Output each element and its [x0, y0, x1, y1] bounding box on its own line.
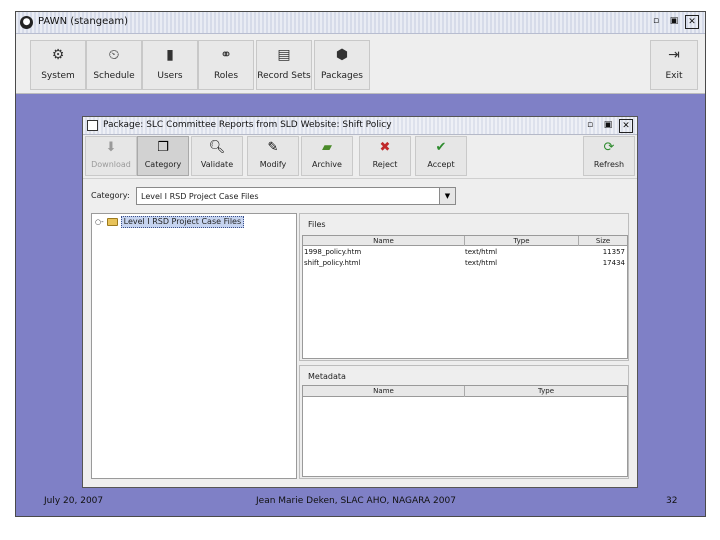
record-sets-icon: ▤ — [277, 47, 291, 63]
roles-label: Roles — [213, 71, 239, 81]
category-select-value: Level I RSD Project Case Files — [141, 192, 259, 201]
tree-expander-icon[interactable]: ○- — [95, 218, 104, 226]
column-header-type[interactable]: Type — [465, 386, 627, 397]
tree-node[interactable]: ○- Level I RSD Project Case Files — [95, 216, 245, 228]
file-name-cell: shift_policy.html — [304, 259, 361, 267]
package-maximize-icon[interactable]: ▣ — [601, 119, 615, 133]
schedule-icon: ⏲ — [108, 47, 120, 63]
tree-node-label[interactable]: Level I RSD Project Case Files — [120, 216, 245, 228]
exit-button[interactable]: ⇥ Exit — [650, 40, 698, 90]
package-minimize-icon[interactable]: ▫ — [583, 119, 597, 133]
accept-icon: ✔ — [435, 140, 447, 155]
category-label: Category — [144, 160, 182, 169]
packages-button[interactable]: ⬢ Packages — [314, 40, 370, 90]
schedule-button[interactable]: ⏲ Schedule — [86, 40, 142, 90]
packages-label: Packages — [321, 71, 363, 81]
metadata-panel: Metadata Name Type — [299, 365, 629, 479]
reject-button[interactable]: ✖ Reject — [359, 136, 411, 176]
main-toolbar: ⚙ System ⏲ Schedule ▮ Users ⚭ Roles ▤ Re… — [16, 34, 705, 94]
validate-label: Validate — [200, 160, 234, 169]
table-row[interactable]: shift_policy.html text/html 17434 — [303, 258, 627, 269]
archive-button[interactable]: ▰ Archive — [301, 136, 353, 176]
files-table-header: Name Type Size — [303, 236, 627, 246]
app-logo-icon: ● — [20, 16, 33, 29]
roles-icon: ⚭ — [220, 47, 232, 63]
system-button[interactable]: ⚙ System — [30, 40, 86, 90]
record-sets-button[interactable]: ▤ Record Sets — [256, 40, 312, 90]
packages-icon: ⬢ — [335, 47, 349, 63]
close-icon[interactable]: ✕ — [685, 15, 699, 29]
column-header-name[interactable]: Name — [303, 236, 465, 246]
files-table: Name Type Size 1998_policy.htm text/html… — [302, 235, 628, 359]
users-icon: ▮ — [166, 47, 174, 63]
category-select[interactable]: Level I RSD Project Case Files ▼ — [136, 187, 456, 205]
package-close-icon[interactable]: ✕ — [619, 119, 633, 133]
modify-button[interactable]: ✎ Modify — [247, 136, 299, 176]
file-size-cell: 17434 — [602, 259, 625, 267]
maximize-icon[interactable]: ▣ — [667, 15, 681, 29]
main-window-controls: ▫ ▣ ✕ — [649, 15, 699, 29]
package-window-controls: ▫ ▣ ✕ — [583, 119, 633, 133]
metadata-table: Name Type — [302, 385, 628, 477]
schedule-label: Schedule — [93, 71, 135, 81]
package-window: Package: SLC Committee Reports from SLD … — [82, 116, 638, 488]
metadata-panel-title: Metadata — [308, 372, 346, 381]
system-icon: ⚙ — [51, 47, 65, 63]
table-row[interactable]: 1998_policy.htm text/html 11357 — [303, 247, 627, 258]
refresh-button[interactable]: ⟳ Refresh — [583, 136, 635, 176]
archive-icon: ▰ — [322, 140, 332, 155]
category-tree[interactable]: ○- Level I RSD Project Case Files — [91, 213, 297, 479]
modify-label: Modify — [259, 160, 287, 169]
main-window-title: PAWN (stangeam) — [38, 16, 128, 27]
reject-label: Reject — [372, 160, 398, 169]
chevron-down-icon[interactable]: ▼ — [439, 188, 455, 204]
users-button[interactable]: ▮ Users — [142, 40, 198, 90]
archive-label: Archive — [312, 160, 342, 169]
refresh-label: Refresh — [593, 160, 625, 169]
reject-icon: ✖ — [379, 140, 391, 155]
refresh-icon: ⟳ — [603, 140, 615, 155]
column-header-size[interactable]: Size — [579, 236, 627, 246]
category-button[interactable]: ❐ Category — [137, 136, 189, 176]
files-panel-title: Files — [308, 220, 326, 229]
exit-icon: ⇥ — [668, 47, 680, 63]
slide-footer-date: July 20, 2007 — [44, 496, 104, 506]
document-icon — [87, 120, 98, 131]
validate-icon: 🔍︎ — [208, 140, 226, 155]
file-type-cell: text/html — [465, 248, 498, 256]
category-icon: ❐ — [157, 140, 169, 155]
category-row: Category: Level I RSD Project Case Files… — [91, 187, 457, 205]
accept-label: Accept — [427, 160, 455, 169]
system-label: System — [41, 71, 75, 81]
package-window-title: Package: SLC Committee Reports from SLD … — [103, 120, 392, 130]
modify-icon: ✎ — [267, 140, 279, 155]
metadata-table-header: Name Type — [303, 386, 627, 397]
package-toolbar: ⬇ Download ❐ Category 🔍︎ Validate ✎ Modi… — [83, 135, 637, 179]
download-icon: ⬇ — [105, 140, 117, 155]
users-label: Users — [157, 71, 183, 81]
download-label: Download — [91, 160, 131, 169]
slide-page-number: 32 — [666, 496, 678, 506]
file-size-cell: 11357 — [602, 248, 625, 256]
folder-icon — [106, 218, 118, 226]
exit-label: Exit — [665, 71, 683, 81]
validate-button[interactable]: 🔍︎ Validate — [191, 136, 243, 176]
roles-button[interactable]: ⚭ Roles — [198, 40, 254, 90]
file-type-cell: text/html — [465, 259, 498, 267]
record-sets-label: Record Sets — [257, 71, 311, 81]
accept-button[interactable]: ✔ Accept — [415, 136, 467, 176]
minimize-icon[interactable]: ▫ — [649, 15, 663, 29]
download-button[interactable]: ⬇ Download — [85, 136, 137, 176]
column-header-name[interactable]: Name — [303, 386, 465, 397]
main-title-bar: ● PAWN (stangeam) ▫ ▣ ✕ — [16, 12, 705, 34]
column-header-type[interactable]: Type — [465, 236, 579, 246]
package-title-bar: Package: SLC Committee Reports from SLD … — [83, 117, 637, 135]
category-field-label: Category: — [91, 191, 130, 200]
slide-footer-credit: Jean Marie Deken, SLAC AHO, NAGARA 2007 — [256, 496, 456, 506]
file-name-cell: 1998_policy.htm — [304, 248, 362, 256]
files-panel: Files Name Type Size 1998_policy.htm tex… — [299, 213, 629, 361]
